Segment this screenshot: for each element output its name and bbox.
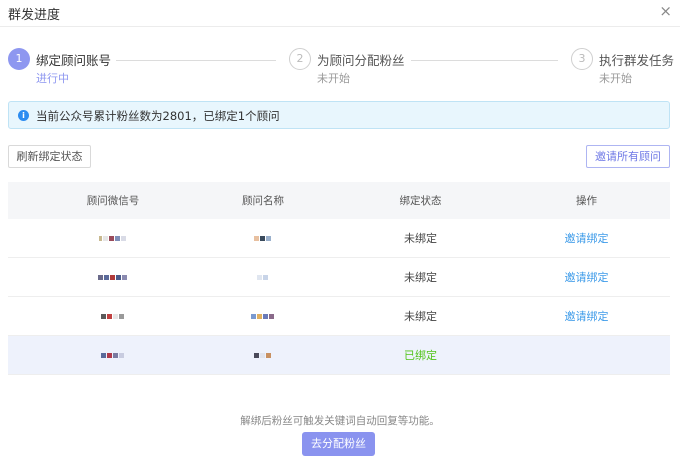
step-status: 未开始 [599,72,632,85]
progress-steps: 1 绑定顾问账号 进行中 2 为顾问分配粉丝 未开始 3 执行群发任务 未开始 [0,46,680,90]
invite-bind-link[interactable]: 邀请绑定 [503,297,670,335]
invite-all-button[interactable]: 邀请所有顾问 [586,145,670,168]
step-title: 绑定顾问账号 [36,53,112,68]
table-row: 已绑定 [8,336,670,375]
step-status: 未开始 [317,72,350,85]
refresh-status-button[interactable]: 刷新绑定状态 [8,145,91,168]
table-row: 未绑定 邀请绑定 [8,297,670,336]
close-icon[interactable]: × [659,3,672,19]
dialog-title: 群发进度 [8,8,61,23]
table-row: 未绑定 邀请绑定 [8,219,670,258]
name-blurred [188,258,338,296]
advisor-table: 顾问微信号 顾问名称 绑定状态 操作 未绑定 邀请绑定 未绑定 邀请绑定 未绑定 [8,182,670,375]
wechat-id-blurred [8,297,218,335]
step-status: 进行中 [36,72,69,85]
wechat-id-blurred [8,258,218,296]
wechat-id-blurred [8,336,218,374]
bind-status: 未绑定 [404,232,437,245]
dialog-header: 群发进度 × [0,0,680,27]
bind-status: 未绑定 [404,271,437,284]
table-header: 顾问微信号 顾问名称 绑定状态 操作 [8,182,670,219]
info-text: 当前公众号累计粉丝数为2801，已绑定1个顾问 [36,109,280,123]
info-banner: i 当前公众号累计粉丝数为2801，已绑定1个顾问 [8,101,670,129]
table-row: 未绑定 邀请绑定 [8,258,670,297]
header-bind-status: 绑定状态 [399,195,442,207]
row-action [503,336,670,374]
info-icon: i [18,110,29,121]
header-wechat-id: 顾问微信号 [86,195,140,207]
header-name: 顾问名称 [242,195,284,207]
step-title: 为顾问分配粉丝 [317,53,405,68]
name-blurred [188,336,338,374]
header-action: 操作 [576,195,597,207]
step-connector [411,60,558,61]
step-number: 2 [289,48,311,70]
name-blurred [188,297,338,335]
invite-bind-link[interactable]: 邀请绑定 [503,258,670,296]
step-number: 1 [8,48,30,70]
step-title: 执行群发任务 [599,53,675,68]
step-number: 3 [571,48,593,70]
bind-status: 已绑定 [404,349,437,362]
bind-status: 未绑定 [404,310,437,323]
name-blurred [188,219,338,257]
footer-note: 解绑后粉丝可触发关键词自动回复等功能。 [240,415,440,427]
invite-bind-link[interactable]: 邀请绑定 [503,219,670,257]
wechat-id-blurred [8,219,218,257]
assign-fans-button[interactable]: 去分配粉丝 [302,432,375,456]
step-connector [116,60,276,61]
